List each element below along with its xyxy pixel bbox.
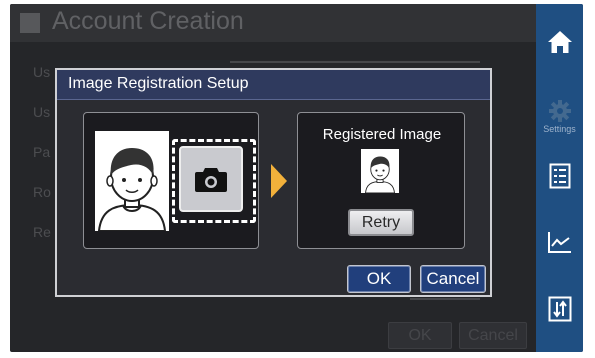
home-icon bbox=[547, 31, 572, 53]
gear-icon bbox=[548, 99, 571, 122]
retry-button[interactable]: Retry bbox=[348, 209, 414, 236]
registered-image-title: Registered Image bbox=[322, 126, 442, 143]
camera-icon bbox=[195, 168, 227, 192]
registered-panel: Registered Image Retry bbox=[297, 112, 465, 249]
cancel-button[interactable]: Cancel bbox=[420, 265, 486, 293]
face-guide-image bbox=[95, 131, 169, 231]
dialog-header: Image Registration Setup bbox=[57, 70, 490, 100]
sidebar: Settings bbox=[536, 4, 583, 352]
sidebar-item-home[interactable] bbox=[536, 22, 583, 62]
sidebar-item-chart[interactable] bbox=[536, 222, 583, 262]
person-face-icon bbox=[97, 148, 167, 231]
capture-panel bbox=[83, 112, 259, 249]
dialog-title: Image Registration Setup bbox=[68, 75, 249, 92]
person-face-icon bbox=[365, 156, 395, 193]
line-chart-icon bbox=[547, 232, 571, 253]
transfer-icon bbox=[548, 296, 571, 322]
sidebar-item-settings[interactable]: Settings bbox=[536, 90, 583, 142]
sidebar-item-transfer[interactable] bbox=[536, 288, 583, 330]
sidebar-item-label: Settings bbox=[543, 123, 576, 134]
image-registration-dialog: Image Registration Setup Registered Imag… bbox=[55, 68, 492, 297]
capture-button[interactable] bbox=[179, 146, 243, 212]
checklist-icon bbox=[549, 163, 570, 189]
registered-image-thumbnail bbox=[361, 149, 399, 193]
arrow-right-icon bbox=[271, 164, 287, 198]
ok-button[interactable]: OK bbox=[347, 265, 411, 293]
sidebar-item-checklist[interactable] bbox=[536, 156, 583, 196]
